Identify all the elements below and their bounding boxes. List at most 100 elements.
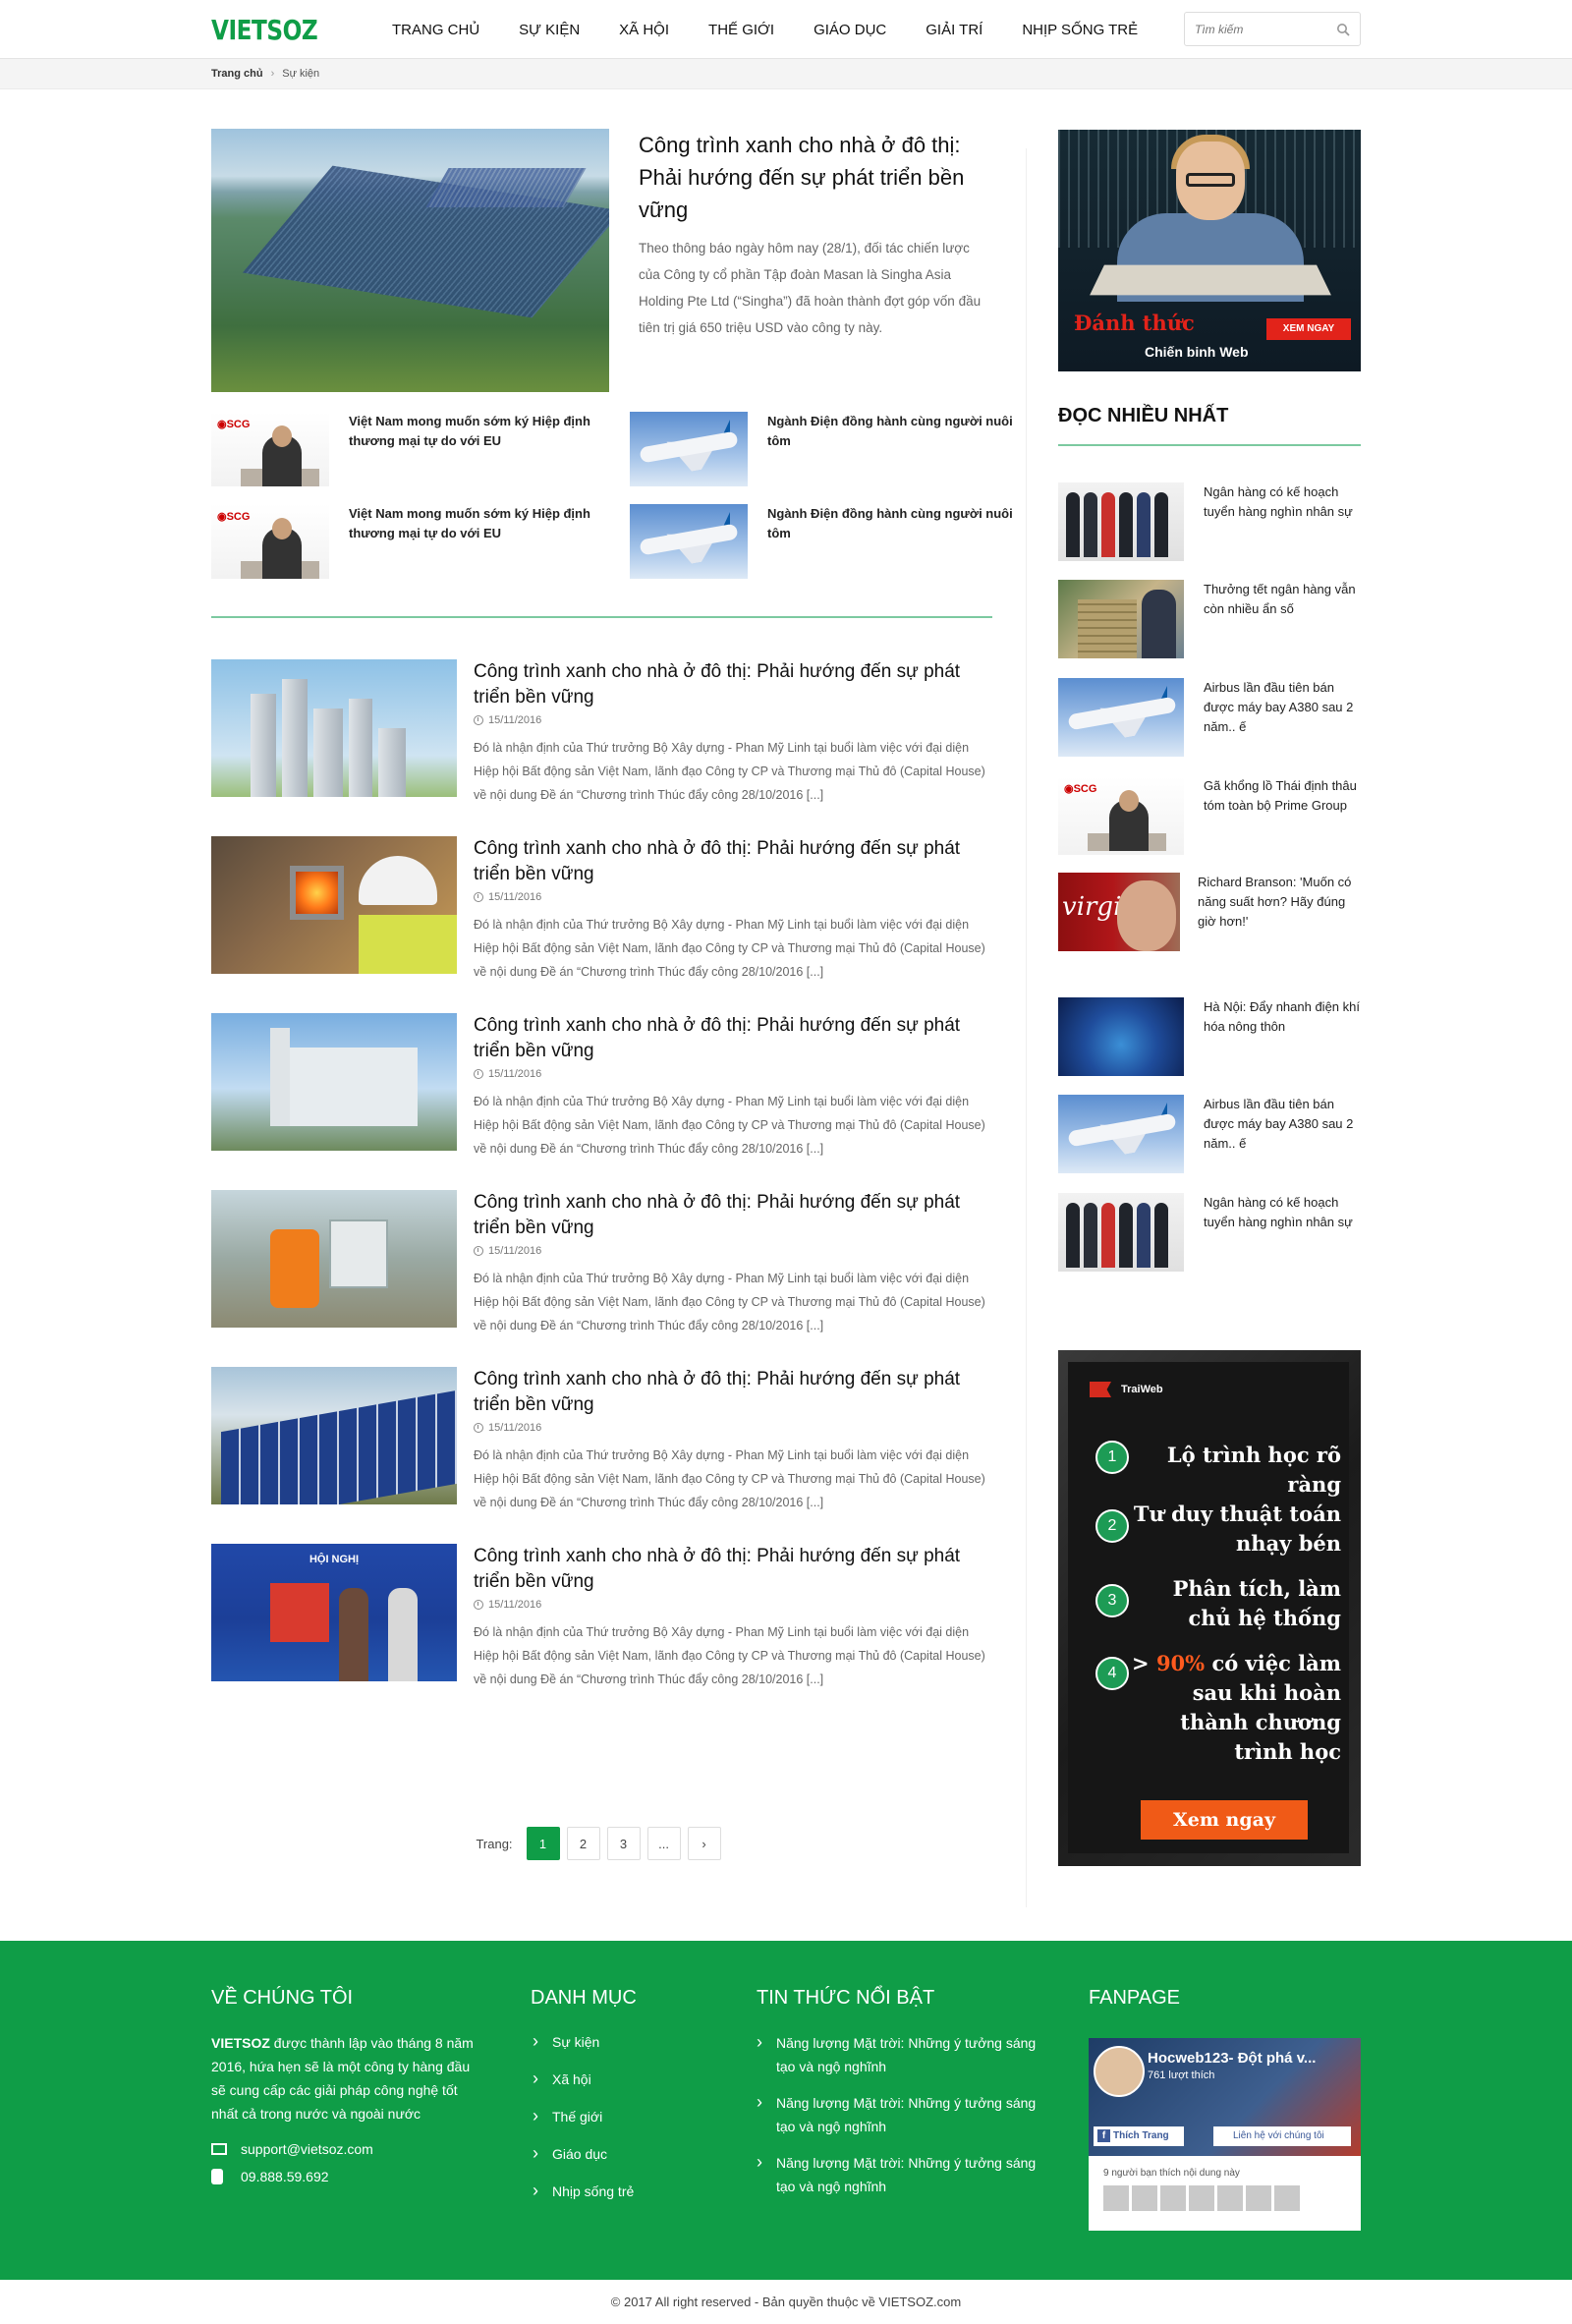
friend-avatar[interactable]: [1103, 2185, 1129, 2211]
search-box: [1184, 12, 1361, 46]
news-thumbnail[interactable]: virgin: [1058, 873, 1180, 951]
article-image[interactable]: [211, 1190, 457, 1328]
clock-icon: [474, 715, 483, 725]
page-button-2[interactable]: 2: [566, 1827, 600, 1860]
page-button-1[interactable]: 1: [526, 1827, 560, 1860]
footer-category-link[interactable]: Giáo dục: [531, 2142, 717, 2165]
contact-us-button[interactable]: Liên hệ với chúng tôi: [1213, 2126, 1351, 2146]
small-news-item[interactable]: Ngành Điện đồng hành cùng người nuôi tôm: [630, 412, 1013, 486]
popular-title[interactable]: Ngân hàng có kế hoạch tuyển hàng nghìn n…: [1204, 482, 1361, 522]
page-button-ellipsis[interactable]: ...: [646, 1827, 681, 1860]
popular-item[interactable]: virgin Richard Branson: 'Muốn có năng su…: [1058, 873, 1361, 951]
footer-news-link[interactable]: Năng lượng Mặt trời: Những ý tưởng sáng …: [757, 2090, 1051, 2138]
footer-category-link[interactable]: Xã hội: [531, 2068, 717, 2090]
popular-title[interactable]: Airbus lần đầu tiên bán được máy bay A38…: [1204, 1095, 1361, 1154]
small-news-title[interactable]: Việt Nam mong muốn sớm ký Hiệp định thươ…: [349, 412, 594, 451]
popular-title[interactable]: Thưởng tết ngân hàng vẫn còn nhiều ẩn số: [1204, 580, 1361, 619]
copyright: © 2017 All right reserved - Bản quyền th…: [610, 2295, 962, 2309]
nav-item-events[interactable]: SỰ KIỆN: [519, 22, 580, 38]
featured-article: Công trình xanh cho nhà ở đô thị: Phải h…: [211, 129, 992, 394]
popular-item[interactable]: Hà Nội: Đẩy nhanh điện khí hóa nông thôn: [1058, 997, 1361, 1076]
article-image[interactable]: [211, 1367, 457, 1504]
page-avatar[interactable]: [1094, 2046, 1145, 2097]
sidebar-ad-bottom[interactable]: TraiWeb 1 Lộ trình học rõ ràng 2 Tư duy …: [1058, 1350, 1361, 1866]
popular-title[interactable]: Ngân hàng có kế hoạch tuyển hàng nghìn n…: [1204, 1193, 1361, 1232]
footer-category-link[interactable]: Nhịp sống trẻ: [531, 2180, 717, 2202]
news-thumbnail[interactable]: ◉SCG: [211, 504, 329, 579]
small-news-title[interactable]: Ngành Điện đồng hành cùng người nuôi tôm: [767, 412, 1013, 451]
featured-title[interactable]: Công trình xanh cho nhà ở đô thị: Phải h…: [639, 129, 992, 226]
popular-item[interactable]: ◉SCG Gã khổng lồ Thái định thâu tóm toàn…: [1058, 776, 1361, 855]
news-thumbnail[interactable]: [630, 412, 748, 486]
popular-item[interactable]: Airbus lần đầu tiên bán được máy bay A38…: [1058, 1095, 1361, 1173]
popular-item[interactable]: Ngân hàng có kế hoạch tuyển hàng nghìn n…: [1058, 1193, 1361, 1272]
news-thumbnail[interactable]: [1058, 1193, 1184, 1272]
news-thumbnail[interactable]: ◉SCG: [211, 412, 329, 486]
article-title[interactable]: Công trình xanh cho nhà ở đô thị: Phải h…: [474, 1367, 992, 1418]
footer-category-link[interactable]: Sự kiện: [531, 2030, 717, 2053]
small-news-title[interactable]: Việt Nam mong muốn sớm ký Hiệp định thươ…: [349, 504, 594, 543]
friend-avatar[interactable]: [1189, 2185, 1214, 2211]
popular-item[interactable]: Thưởng tết ngân hàng vẫn còn nhiều ẩn số: [1058, 580, 1361, 658]
site-logo[interactable]: VIETSOZ: [211, 14, 377, 46]
nav-item-world[interactable]: THẾ GIỚI: [708, 22, 774, 38]
popular-title[interactable]: Hà Nội: Đẩy nhanh điện khí hóa nông thôn: [1204, 997, 1361, 1037]
popular-title[interactable]: Airbus lần đầu tiên bán được máy bay A38…: [1204, 678, 1361, 737]
news-thumbnail[interactable]: [1058, 678, 1184, 757]
article-image[interactable]: [211, 659, 457, 797]
ad-cta-button[interactable]: XEM NGAY: [1266, 318, 1351, 340]
breadcrumb-home[interactable]: Trang chủ: [211, 68, 263, 80]
nav-item-education[interactable]: GIÁO DỤC: [814, 22, 886, 38]
news-thumbnail[interactable]: ◉SCG: [1058, 776, 1184, 855]
featured-image[interactable]: [211, 129, 609, 392]
search-icon[interactable]: [1336, 23, 1350, 36]
news-thumbnail[interactable]: [1058, 580, 1184, 658]
article-image[interactable]: [211, 1013, 457, 1151]
article-title[interactable]: Công trình xanh cho nhà ở đô thị: Phải h…: [474, 1190, 992, 1241]
news-thumbnail[interactable]: [630, 504, 748, 579]
nav-item-youth[interactable]: NHỊP SỐNG TRẺ: [1022, 22, 1138, 38]
news-thumbnail[interactable]: [1058, 482, 1184, 561]
search-input[interactable]: [1195, 22, 1332, 36]
like-page-button[interactable]: Thích Trang: [1094, 2126, 1184, 2146]
nav-item-society[interactable]: XÃ HỘI: [619, 22, 669, 38]
friend-avatar[interactable]: [1132, 2185, 1157, 2211]
small-news-item[interactable]: ◉SCG Việt Nam mong muốn sớm ký Hiệp định…: [211, 412, 594, 486]
sidebar-ad-top[interactable]: Đánh thức XEM NGAY Chiến binh Web: [1058, 130, 1361, 371]
column-divider: [1026, 148, 1027, 1907]
small-news-title[interactable]: Ngành Điện đồng hành cùng người nuôi tôm: [767, 504, 1013, 543]
popular-item[interactable]: Ngân hàng có kế hoạch tuyển hàng nghìn n…: [1058, 482, 1361, 561]
fanpage-name[interactable]: Hocweb123- Đột phá v...: [1148, 2050, 1316, 2067]
news-thumbnail[interactable]: [1058, 1095, 1184, 1173]
article-image[interactable]: [211, 836, 457, 974]
footer-news-link[interactable]: Năng lượng Mặt trời: Những ý tưởng sáng …: [757, 2150, 1051, 2198]
popular-title[interactable]: Richard Branson: 'Muốn có năng suất hơn?…: [1198, 873, 1361, 932]
page-button-3[interactable]: 3: [606, 1827, 641, 1860]
article-date: 15/11/2016: [474, 1245, 541, 1257]
article-title[interactable]: Công trình xanh cho nhà ở đô thị: Phải h…: [474, 1013, 992, 1064]
popular-title[interactable]: Gã khổng lồ Thái định thâu tóm toàn bộ P…: [1204, 776, 1361, 816]
friend-avatar[interactable]: [1274, 2185, 1300, 2211]
small-news-item[interactable]: Ngành Điện đồng hành cùng người nuôi tôm: [630, 504, 1013, 579]
nav-item-home[interactable]: TRANG CHỦ: [392, 22, 479, 38]
article-title[interactable]: Công trình xanh cho nhà ở đô thị: Phải h…: [474, 659, 992, 710]
popular-item[interactable]: Airbus lần đầu tiên bán được máy bay A38…: [1058, 678, 1361, 757]
footer-category-link[interactable]: Thế giới: [531, 2105, 717, 2127]
footer-news-link[interactable]: Năng lượng Mặt trời: Những ý tưởng sáng …: [757, 2030, 1051, 2078]
article-title[interactable]: Công trình xanh cho nhà ở đô thị: Phải h…: [474, 836, 992, 887]
friend-avatar[interactable]: [1217, 2185, 1243, 2211]
nav-item-entertainment[interactable]: GIẢI TRÍ: [926, 22, 982, 38]
news-thumbnail[interactable]: [1058, 997, 1184, 1076]
friend-avatar[interactable]: [1246, 2185, 1271, 2211]
clock-icon: [474, 1069, 483, 1079]
small-news-item[interactable]: ◉SCG Việt Nam mong muốn sớm ký Hiệp định…: [211, 504, 594, 579]
article-image[interactable]: HỘI NGHỊ: [211, 1544, 457, 1681]
article-desc: Đó là nhận định của Thứ trưởng Bộ Xây dự…: [474, 1625, 985, 1686]
friend-avatar[interactable]: [1160, 2185, 1186, 2211]
article-title[interactable]: Công trình xanh cho nhà ở đô thị: Phải h…: [474, 1544, 992, 1595]
ad-brand: TraiWeb: [1090, 1382, 1163, 1397]
facebook-widget[interactable]: Hocweb123- Đột phá v... 761 lượt thích T…: [1089, 2038, 1361, 2231]
footer-fanpage: FANPAGE Hocweb123- Đột phá v... 761 lượt…: [1089, 1987, 1361, 2231]
next-page-button[interactable]: ›: [687, 1827, 721, 1860]
ad-cta-button[interactable]: Xem ngay: [1141, 1800, 1308, 1840]
